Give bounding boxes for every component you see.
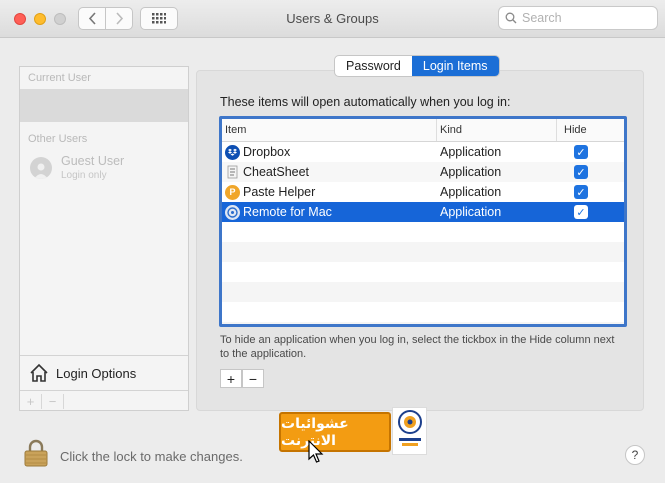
add-user-button[interactable]: + xyxy=(20,394,42,409)
remove-user-button[interactable]: − xyxy=(42,394,64,409)
cheatsheet-icon xyxy=(225,165,240,180)
row-item-kind: Application xyxy=(440,185,502,199)
tab-password[interactable]: Password xyxy=(335,56,412,76)
add-login-item-button[interactable]: + xyxy=(220,369,242,388)
table-empty-area xyxy=(222,222,624,324)
column-header-hide[interactable]: Hide xyxy=(557,119,624,141)
table-header: Item Kind Hide xyxy=(222,119,624,142)
current-user-row[interactable] xyxy=(20,89,188,122)
guest-avatar xyxy=(30,156,52,179)
hide-checkbox[interactable]: ✓ xyxy=(574,165,588,179)
other-users-header: Other Users xyxy=(28,133,88,145)
guest-user-name: Guest User xyxy=(61,154,125,168)
tab-control: Password Login Items xyxy=(334,55,500,77)
hide-checkbox[interactable]: ✓ xyxy=(574,205,588,219)
table-row[interactable]: CheatSheet Application ✓ xyxy=(222,162,624,182)
house-icon xyxy=(30,363,48,382)
watermark-banner: عشوائيات الانترنت xyxy=(279,412,391,452)
search-field[interactable] xyxy=(498,6,658,30)
guest-user-row[interactable]: Guest User Login only xyxy=(20,148,188,187)
watermark-logo-icon xyxy=(397,410,422,446)
lock-icon xyxy=(24,439,48,467)
hide-checkbox[interactable]: ✓ xyxy=(574,145,588,159)
remove-login-item-button[interactable]: − xyxy=(242,369,264,388)
row-item-name: Paste Helper xyxy=(243,185,316,199)
column-header-item[interactable]: Item xyxy=(222,119,437,141)
remote-for-mac-icon xyxy=(225,204,240,220)
table-row-selected[interactable]: Remote for Mac Application ✓ xyxy=(222,202,624,222)
hide-hint-text: To hide an application when you log in, … xyxy=(220,334,615,360)
row-item-kind: Application xyxy=(440,165,502,179)
row-item-kind: Application xyxy=(440,145,502,159)
login-options-button[interactable]: Login Options xyxy=(20,355,188,391)
row-item-name: Remote for Mac xyxy=(243,205,332,219)
current-user-header: Current User xyxy=(28,72,91,84)
row-item-name: CheatSheet xyxy=(243,165,310,179)
dropbox-icon xyxy=(225,144,240,160)
lock-message: Click the lock to make changes. xyxy=(60,448,243,464)
title-bar: Users & Groups xyxy=(0,0,665,38)
lock-control[interactable]: Click the lock to make changes. xyxy=(23,439,243,467)
person-icon xyxy=(34,163,48,179)
search-icon xyxy=(505,12,517,24)
users-sidebar: Current User Other Users Guest User Logi… xyxy=(19,66,189,411)
row-item-name: Dropbox xyxy=(243,145,291,159)
login-options-label: Login Options xyxy=(56,365,137,381)
watermark-logo xyxy=(392,407,427,455)
help-button[interactable]: ? xyxy=(625,445,645,465)
guest-user-subtitle: Login only xyxy=(61,170,107,181)
login-items-table[interactable]: Item Kind Hide Dropbox Application ✓ Che… xyxy=(219,116,627,327)
column-header-kind[interactable]: Kind xyxy=(437,119,557,141)
search-input[interactable] xyxy=(522,11,652,25)
table-row[interactable]: P Paste Helper Application ✓ xyxy=(222,182,624,202)
row-item-kind: Application xyxy=(440,205,502,219)
paste-helper-icon: P xyxy=(225,184,240,200)
login-items-intro: These items will open automatically when… xyxy=(220,95,511,109)
tab-login-items[interactable]: Login Items xyxy=(411,56,499,76)
hide-checkbox[interactable]: ✓ xyxy=(574,185,588,199)
table-row[interactable]: Dropbox Application ✓ xyxy=(222,142,624,162)
mouse-cursor-icon xyxy=(308,440,324,463)
